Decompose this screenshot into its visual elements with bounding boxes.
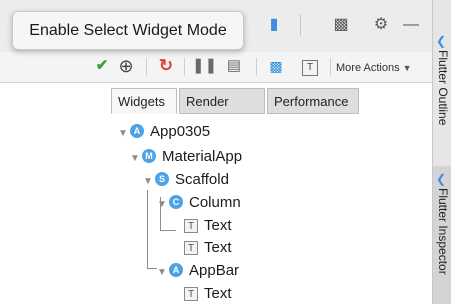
tree-connector [160, 230, 176, 231]
expand-caret-icon[interactable]: ▼ [128, 149, 142, 169]
check-icon: ✔ [95, 57, 109, 74]
expand-caret-icon[interactable]: ▼ [116, 124, 130, 144]
tree-item-label: Text [204, 239, 232, 256]
tree-connector [147, 190, 148, 268]
tree-item-text[interactable]: T Text [184, 216, 232, 236]
tree-item-app[interactable]: ▼ A App0305 [116, 122, 210, 142]
bars-icon[interactable]: ❚❚ [192, 54, 217, 78]
comment-icon[interactable]: ▩ [328, 12, 354, 38]
widget-type-badge: C [169, 195, 183, 209]
tree-item-scaffold[interactable]: ▼ S Scaffold [141, 170, 229, 190]
widget-type-badge: M [142, 149, 156, 163]
minimize-icon[interactable]: — [398, 12, 424, 38]
flutter-outline-tab[interactable]: Flutter Outline [436, 50, 450, 125]
text-widget-icon: T [184, 219, 198, 233]
grid-icon[interactable]: ▩ [264, 54, 288, 78]
tree-item-column[interactable]: ▼ C Column [155, 193, 241, 213]
tab-widgets[interactable]: Widgets [111, 88, 177, 114]
window-icon[interactable]: ▤ [222, 54, 246, 78]
divider [146, 58, 147, 76]
expand-caret-icon[interactable]: ▼ [141, 172, 155, 192]
tree-item-label: Text [204, 285, 232, 302]
widget-type-badge: A [169, 263, 183, 277]
flutter-logo-icon: ❮ [436, 172, 447, 186]
refresh-icon[interactable]: ↻ [154, 54, 178, 78]
flutter-logo-icon: ❮ [436, 34, 447, 48]
expand-caret-icon[interactable]: ▼ [155, 195, 169, 215]
tree-item-label: Column [189, 194, 241, 211]
tree-item-appbar[interactable]: ▼ A AppBar [155, 261, 239, 281]
divider [184, 58, 185, 76]
tab-performance[interactable]: Performance [267, 88, 359, 114]
text-widget-icon: T [184, 287, 198, 301]
tab-render-tree[interactable]: Render Tree [179, 88, 265, 135]
device-icon[interactable]: ▮ [262, 12, 286, 38]
text-icon[interactable]: T [298, 54, 322, 78]
tree-item-materialapp[interactable]: ▼ M MaterialApp [128, 147, 242, 167]
crosshair-icon[interactable]: ⊕ [114, 54, 138, 78]
more-actions-button[interactable]: More Actions ▼ [336, 59, 412, 77]
divider [256, 58, 257, 76]
widget-type-badge: S [155, 172, 169, 186]
more-actions-label: More Actions [336, 62, 400, 74]
tooltip: Enable Select Widget Mode [12, 11, 244, 50]
text-widget-icon: T [184, 241, 198, 255]
tree-item-text[interactable]: T Text [184, 284, 232, 304]
gear-icon[interactable]: ⚙ [368, 12, 394, 38]
widget-type-badge: A [130, 124, 144, 138]
tree-item-text[interactable]: T Text [184, 238, 232, 258]
tree-item-label: Scaffold [175, 171, 229, 188]
flutter-inspector-tab[interactable]: Flutter Inspector [436, 188, 450, 275]
chevron-down-icon: ▼ [402, 63, 412, 73]
expand-caret-icon[interactable]: ▼ [155, 263, 169, 283]
tree-item-label: App0305 [150, 123, 211, 140]
divider [330, 58, 331, 76]
inspector-toolbar: ✔ ⊕ ↻ ❚❚ ▤ ▩ T More Actions ▼ [0, 52, 432, 83]
tree-item-label: Text [204, 217, 232, 234]
tree-item-label: MaterialApp [162, 148, 243, 165]
divider [300, 14, 301, 36]
tree-item-label: AppBar [189, 262, 240, 279]
